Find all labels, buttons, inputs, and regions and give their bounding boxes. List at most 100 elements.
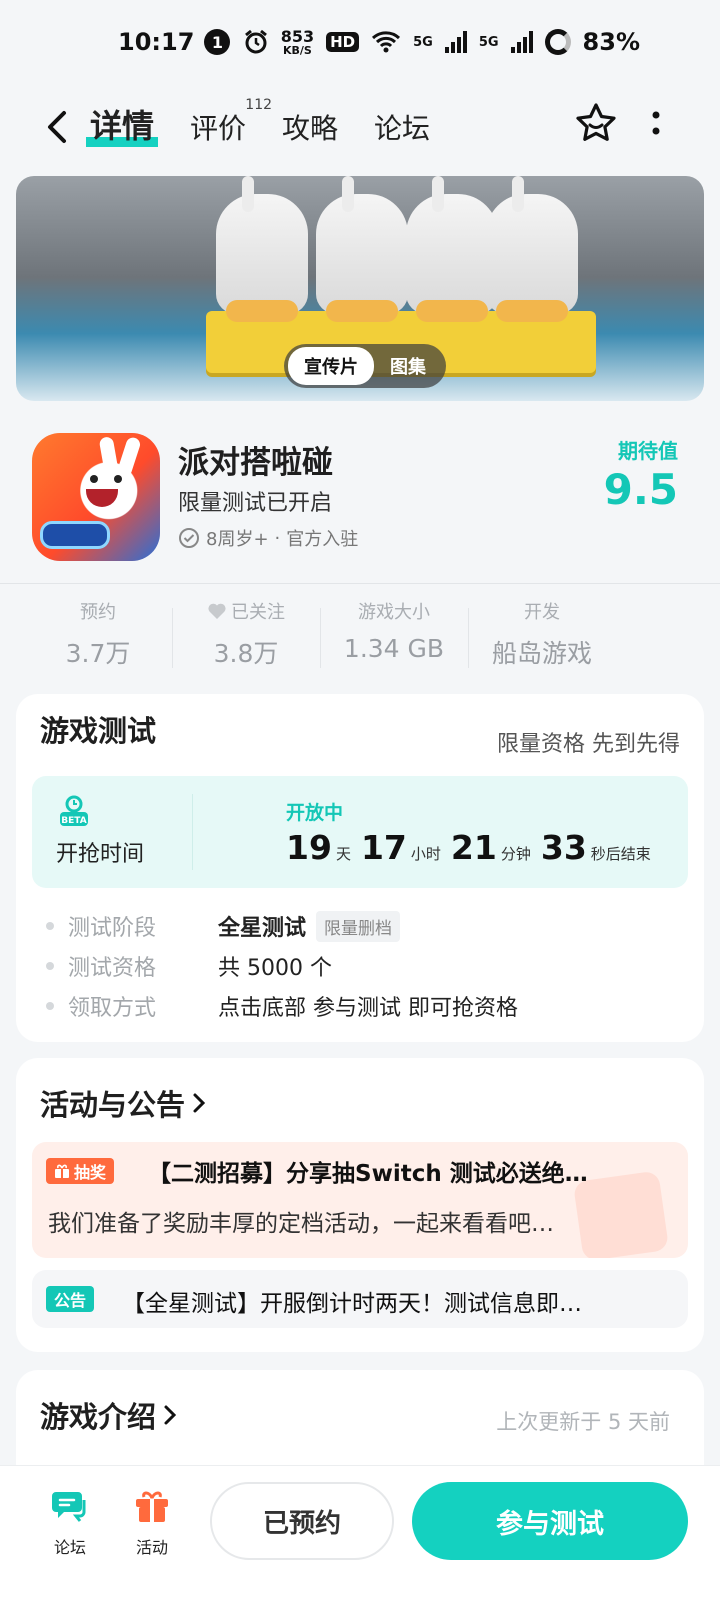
official-label: 官方入驻 [286, 529, 359, 550]
stat-value: 3.7万 [65, 639, 131, 668]
open-status: 开放中 [286, 802, 344, 824]
check-circle-icon [179, 528, 199, 548]
last-updated: 上次更新于 5 天前 [496, 1410, 670, 1434]
bottom-action-bar: 论坛 活动 已预约 参与测试 [0, 1465, 720, 1608]
countdown-seconds-unit: 秒后结束 [590, 845, 651, 863]
status-bar: 10:17 1 853 KB/S HD 5G 5G 83% [0, 0, 720, 84]
intro-title-link[interactable]: 游戏介绍 [40, 1394, 178, 1436]
status-icons: 853 KB/S HD 5G 5G 83% [243, 28, 640, 56]
stat-label-group: 已关注 [172, 598, 320, 624]
info-value-group: 全星测试 限量删档 [218, 910, 401, 942]
section-title: 游戏介绍 [40, 1400, 157, 1434]
top-nav: 详情 评价 112 攻略 论坛 [0, 95, 720, 165]
countdown-minutes: 21 [450, 828, 497, 867]
notice-title: 【全星测试】开服倒计时两天！测试信息即… [122, 1291, 582, 1317]
tab-gallery[interactable]: 图集 [374, 347, 442, 385]
gift-icon [55, 1164, 69, 1178]
join-test-button[interactable]: 参与测试 [412, 1482, 688, 1560]
tab-forum[interactable]: 论坛 [374, 107, 430, 147]
more-icon[interactable] [650, 105, 662, 141]
countdown-box: BETA 开抢时间 开放中 19 天 17 小时 21 分钟 33 秒后结束 [32, 776, 688, 888]
beta-alarm-icon: BETA [60, 795, 88, 826]
stat-value: 船岛游戏 [491, 639, 592, 668]
signal-label-2: 5G [478, 34, 499, 50]
info-row-method: 领取方式 点击底部 参与测试 即可抢资格 [46, 986, 518, 1026]
stat-label: 游戏大小 [358, 602, 430, 623]
game-status: 限量测试已开启 [178, 491, 333, 516]
info-value: 点击底部 参与测试 即可抢资格 [218, 996, 518, 1021]
tab-reviews[interactable]: 评价 112 [190, 97, 272, 147]
countdown: 19 天 17 小时 21 分钟 33 秒后结束 [286, 828, 657, 867]
notice-item[interactable]: 公告 【全星测试】开服倒计时两天！测试信息即… [32, 1270, 688, 1328]
status-time: 10:17 [118, 28, 195, 56]
game-name: 派对搭啦碰 [178, 445, 333, 481]
status-time-group: 10:17 1 [118, 28, 231, 56]
stat-value: 1.34 GB [343, 634, 445, 663]
signal-bars-1-icon [444, 31, 467, 53]
info-key: 测试阶段 [68, 916, 157, 941]
lottery-description: 我们准备了奖励丰厚的定档活动，一起来看看吧… [48, 1211, 554, 1237]
media-toggle: 宣传片 图集 [284, 344, 446, 388]
game-test-card: 游戏测试 限量资格 先到先得 BETA 开抢时间 开放中 19 天 17 小时 … [16, 694, 704, 1042]
reserved-button[interactable]: 已预约 [210, 1482, 394, 1560]
countdown-days: 19 [286, 828, 332, 867]
meta-separator: · [274, 527, 281, 549]
info-row-stage: 测试阶段 全星测试 限量删档 [46, 906, 518, 946]
stat-label: 已关注 [231, 602, 285, 623]
app-icon [32, 433, 160, 561]
notice-tag: 公告 [46, 1286, 95, 1312]
hd-badge: HD [326, 32, 360, 52]
stat-label: 开发 [524, 602, 560, 623]
age-rating: 8周岁+ [206, 529, 269, 550]
stat-size: 游戏大小 1.34 GB [320, 598, 468, 678]
section-title: 游戏测试 [40, 714, 157, 748]
info-value: 全星测试 [218, 916, 307, 941]
game-meta: 8周岁+ · 官方入驻 [178, 525, 358, 551]
game-header: 派对搭啦碰 限量测试已开启 8周岁+ · 官方入驻 期待值 9.5 [0, 425, 720, 565]
lottery-tag-label: 抽奖 [74, 1163, 107, 1182]
net-speed: 853 KB/S [280, 26, 315, 56]
banner-figure [216, 176, 308, 322]
net-speed-value: 853 [280, 26, 315, 46]
section-title: 活动与公告 [40, 1088, 186, 1122]
banner-figure [316, 176, 408, 322]
back-icon[interactable] [38, 107, 78, 147]
banner-figure [406, 176, 498, 322]
chevron-right-icon [164, 1405, 177, 1425]
stat-developer[interactable]: 开发 船岛游戏 [468, 598, 616, 678]
alarm-icon [244, 29, 267, 54]
stat-label: 预约 [80, 602, 116, 623]
wifi-icon [372, 31, 401, 53]
lottery-activity-item[interactable]: 抽奖 【二测招募】分享抽Switch 测试必送绝… 我们准备了奖励丰厚的定档活动… [32, 1142, 688, 1258]
tab-guides[interactable]: 攻略 [282, 107, 338, 147]
activities-title-link[interactable]: 活动与公告 [40, 1082, 207, 1124]
tab-bar: 详情 评价 112 攻略 论坛 [85, 97, 430, 147]
signal-bars-2-icon [510, 31, 533, 53]
stat-followers[interactable]: 已关注 3.8万 [172, 598, 320, 678]
info-key: 测试资格 [68, 956, 157, 981]
star-icon[interactable] [574, 101, 618, 145]
test-info-list: 测试阶段 全星测试 限量删档 测试资格 共 5000 个 领取方式 点击底部 参… [46, 906, 518, 1026]
tab-trailer[interactable]: 宣传片 [288, 347, 374, 385]
expect-label: 期待值 [618, 439, 678, 463]
countdown-days-unit: 天 [335, 845, 351, 863]
battery-ring-icon [544, 29, 571, 55]
notification-badge: 1 [204, 29, 231, 55]
battery-percent: 83% [582, 28, 640, 56]
activity-label: 活动 [135, 1538, 168, 1557]
forum-button[interactable]: 论坛 [40, 1486, 100, 1558]
banner-figure [486, 176, 578, 322]
lottery-tag: 抽奖 [46, 1158, 115, 1184]
signal-label-1: 5G [413, 34, 433, 50]
media-banner[interactable]: 宣传片 图集 [16, 176, 704, 401]
lottery-title: 【二测招募】分享抽Switch 测试必送绝… [148, 1161, 588, 1187]
stats-row: 预约 3.7万 已关注 3.8万 游戏大小 1.34 GB 开发 船岛游戏 [24, 598, 624, 678]
test-tagline: 限量资格 先到先得 [497, 732, 680, 757]
svg-text:BETA: BETA [61, 816, 86, 826]
tab-details[interactable]: 详情 [85, 101, 159, 147]
info-key: 领取方式 [68, 996, 157, 1021]
vertical-divider [192, 794, 193, 870]
activity-button[interactable]: 活动 [122, 1486, 182, 1558]
tab-reviews-label: 评价 [190, 112, 247, 145]
countdown-seconds: 33 [540, 828, 587, 867]
